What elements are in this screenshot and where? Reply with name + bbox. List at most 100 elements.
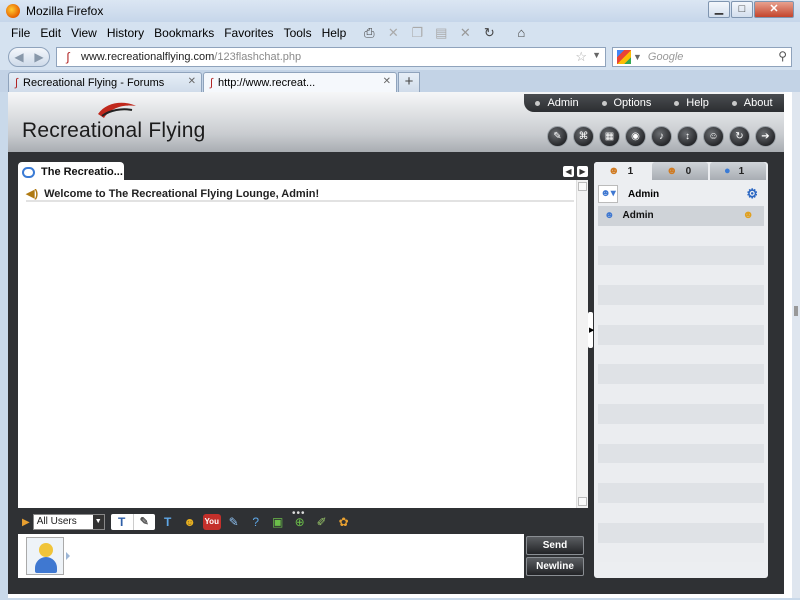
reload-icon[interactable]: ↻ [481, 25, 497, 41]
site-favicon-icon: ∫ [15, 76, 19, 89]
menubar: File Edit View History Bookmarks Favorit… [0, 22, 800, 44]
search-engine-dropdown-icon[interactable]: ▼ [633, 52, 642, 62]
close-icon[interactable]: ✕ [385, 25, 401, 41]
send-button[interactable]: Send [526, 536, 584, 555]
room-tab[interactable]: The Recreatio... [18, 162, 124, 182]
newline-button[interactable]: Newline [526, 557, 584, 576]
status-select-icon[interactable]: ☻▾ [598, 185, 618, 203]
message-input[interactable] [18, 534, 524, 578]
format-buttons: T ✎ [110, 514, 155, 530]
user-list: ☻ Admin ☻ [598, 206, 764, 563]
url-bar[interactable]: ∫ www.recreationalflying.com/123flashcha… [56, 47, 606, 67]
palette-icon[interactable]: ✿ [335, 514, 353, 530]
page-scrollbar[interactable] [792, 92, 800, 598]
window-titlebar: Mozilla Firefox ▁ □ ✕ [0, 0, 800, 22]
paint-icon[interactable]: ✐ [313, 514, 331, 530]
chat-scrollbar[interactable] [576, 180, 588, 508]
tab-chat[interactable]: ∫ http://www.recreat... ✕ [203, 72, 397, 92]
nav-help[interactable]: Help [674, 97, 709, 109]
menu-edit[interactable]: Edit [35, 26, 66, 40]
tab-chats[interactable]: ● 1 [710, 162, 766, 180]
smiley-icon[interactable]: ☻ [181, 514, 199, 530]
input-toolbar: ▶ All Users ▼ T ✎ T ☻ You ✎ ? ▣ ⊕ ✐ ✿ [18, 512, 584, 532]
tab-forums[interactable]: ∫ Recreational Flying - Forums ✕ [8, 72, 202, 92]
navigation-toolbar: ◀ ▶ ∫ www.recreationalflying.com/123flas… [0, 44, 800, 70]
close-window-button[interactable]: ✕ [754, 1, 794, 18]
firefox-logo-icon [6, 4, 20, 18]
dropdown-arrow-icon[interactable]: ▼ [92, 515, 104, 529]
current-user-row: ☻▾ Admin ⚙ [598, 184, 762, 204]
rooms-icon: ☻ [666, 165, 678, 177]
site-favicon-icon: ∫ [210, 76, 214, 89]
menu-bookmarks[interactable]: Bookmarks [149, 26, 219, 40]
forward-arrow-icon[interactable]: ▶ [34, 50, 43, 64]
menu-view[interactable]: View [66, 26, 102, 40]
sound-icon[interactable]: ♪ [651, 126, 672, 147]
google-icon[interactable] [617, 50, 631, 64]
copy-icon[interactable]: ❐ [409, 25, 425, 41]
avatar [26, 537, 64, 575]
bookmark-star-icon[interactable]: ☆ [575, 49, 587, 65]
back-arrow-icon[interactable]: ◀ [14, 50, 23, 64]
whiteboard-icon[interactable]: ▦ [599, 126, 620, 147]
tab-close-icon[interactable]: ✕ [188, 76, 196, 87]
user-panel-tabs: ☻ 1 ☻ 0 ● 1 [594, 162, 768, 180]
search-magnifier-icon[interactable]: ⚲ [778, 49, 787, 63]
search-bar[interactable]: ▼ Google ⚲ [612, 47, 792, 67]
play-arrow-icon: ▶ [22, 516, 30, 528]
chat-message-area[interactable]: ◀) Welcome to The Recreational Flying Lo… [18, 180, 588, 508]
pen-icon[interactable]: ✎ [132, 514, 155, 530]
font-icon[interactable]: T [159, 514, 177, 530]
window-controls: ▁ □ ✕ [707, 1, 794, 18]
add-icon[interactable]: ⊕ [291, 514, 309, 530]
new-tab-button[interactable]: + [398, 72, 420, 92]
game-icon[interactable]: ⌘ [573, 126, 594, 147]
edit-icon[interactable]: ✎ [225, 514, 243, 530]
panel-collapse-handle[interactable]: ▶ [588, 312, 594, 348]
maximize-button[interactable]: □ [731, 1, 753, 18]
chat-application: Admin Options Help About Recreational Fl… [8, 92, 784, 594]
welcome-message: ◀) Welcome to The Recreational Flying Lo… [26, 187, 574, 202]
tab-users[interactable]: ☻ 1 [594, 162, 650, 180]
nav-options[interactable]: Options [601, 97, 651, 109]
scroll-icon[interactable]: ↕ [677, 126, 698, 147]
tools-icon[interactable]: ✎ [547, 126, 568, 147]
gear-icon[interactable]: ⚙ [746, 186, 758, 202]
logo-swoosh-icon [98, 102, 136, 118]
print-icon[interactable]: ⎙ [361, 25, 377, 41]
home-icon[interactable]: ⌂ [513, 25, 529, 41]
room-prev-arrow-icon[interactable]: ◀ [563, 166, 574, 177]
exit-icon[interactable]: ➔ [755, 126, 776, 147]
room-tab-label: The Recreatio... [41, 166, 123, 178]
refresh-icon[interactable]: ↻ [729, 126, 750, 147]
current-user-name: Admin [628, 188, 660, 200]
nav-admin[interactable]: Admin [535, 97, 579, 109]
url-dropdown-icon[interactable]: ▼ [592, 50, 601, 60]
menu-history[interactable]: History [102, 26, 149, 40]
youtube-icon[interactable]: You [202, 514, 221, 530]
search-input[interactable]: Google [648, 51, 683, 63]
menu-favorites[interactable]: Favorites [219, 26, 278, 40]
room-next-arrow-icon[interactable]: ▶ [577, 166, 588, 177]
emote-icon[interactable]: ☺ [703, 126, 724, 147]
stop-icon[interactable]: ✕ [457, 25, 473, 41]
minimize-button[interactable]: ▁ [708, 1, 730, 18]
image-icon[interactable]: ▣ [269, 514, 287, 530]
url-text[interactable]: www.recreationalflying.com/123flashchat.… [81, 51, 301, 63]
nav-about[interactable]: About [731, 97, 773, 109]
user-icon: ☻ [604, 210, 615, 222]
tab-close-icon[interactable]: ✕ [383, 76, 391, 87]
chat-icon: ● [724, 165, 731, 177]
paste-icon[interactable]: ▤ [433, 25, 449, 41]
back-forward-buttons[interactable]: ◀ ▶ [8, 47, 50, 67]
recipient-select[interactable]: All Users ▼ [32, 514, 105, 530]
text-style-icon[interactable]: T [111, 514, 133, 530]
webcam-icon[interactable]: ◉ [625, 126, 646, 147]
menu-tools[interactable]: Tools [279, 26, 317, 40]
list-item[interactable]: ☻ Admin ☻ [598, 206, 764, 226]
menu-file[interactable]: File [6, 26, 35, 40]
app-logo-text: Recreational Flying [22, 119, 206, 142]
menu-help[interactable]: Help [317, 26, 352, 40]
help-icon[interactable]: ? [247, 514, 265, 530]
tab-rooms[interactable]: ☻ 0 [652, 162, 708, 180]
